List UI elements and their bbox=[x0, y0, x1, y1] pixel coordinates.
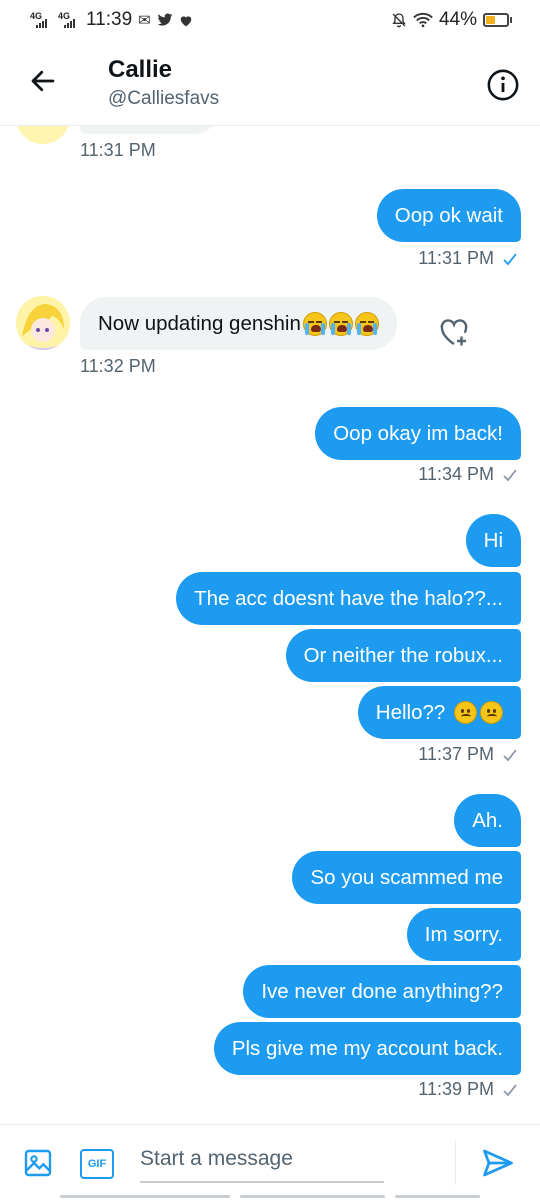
message-bubble-outgoing[interactable]: Pls give me my account back. bbox=[213, 1022, 521, 1075]
crying-emoji-icon bbox=[302, 311, 327, 336]
message-timestamp: 11:37 PM bbox=[418, 744, 518, 765]
message-timestamp: 11:31 PM bbox=[418, 248, 518, 269]
scroll-indicator bbox=[395, 1195, 480, 1198]
message-bubble-outgoing[interactable]: Im sorry. bbox=[406, 908, 521, 961]
crying-emoji-icon bbox=[354, 311, 379, 336]
message-bubble-outgoing[interactable]: Oop okay im back! bbox=[315, 407, 521, 460]
twitter-icon bbox=[157, 13, 173, 26]
read-checkmark-icon bbox=[503, 252, 517, 265]
message-bubble-incoming[interactable]: Now updating genshin bbox=[80, 297, 397, 350]
sad-face-emoji-icon bbox=[454, 701, 477, 724]
message-bubble-outgoing[interactable]: Oop ok wait bbox=[376, 189, 521, 242]
clock: 11:39 bbox=[86, 9, 133, 30]
battery-percent: 44% bbox=[438, 9, 477, 30]
message-timestamp: 11:34 PM bbox=[418, 464, 518, 485]
message-bubble-outgoing[interactable]: So you scammed me bbox=[292, 851, 521, 904]
message-bubble-outgoing[interactable]: Ive never done anything?? bbox=[243, 965, 521, 1018]
message-bubble-outgoing[interactable]: Ah. bbox=[454, 794, 521, 847]
message-timestamp: 11:32 PM bbox=[80, 356, 156, 376]
mute-icon bbox=[392, 13, 406, 28]
message-timestamp: 11:39 PM bbox=[418, 1079, 518, 1100]
contact-name: Callie bbox=[108, 56, 173, 83]
conversation-header: Callie @Calliesfavs bbox=[0, 40, 540, 126]
image-icon[interactable] bbox=[22, 1147, 54, 1179]
input-underline bbox=[140, 1181, 384, 1183]
message-bubble-outgoing[interactable]: Or neither the robux... bbox=[285, 629, 521, 682]
crying-emoji-icon bbox=[328, 311, 353, 336]
sent-checkmark-icon bbox=[503, 468, 517, 481]
signal-icon: 4G bbox=[30, 11, 52, 29]
gif-icon[interactable]: GIF bbox=[80, 1149, 114, 1179]
avatar[interactable] bbox=[16, 296, 70, 350]
scroll-indicator bbox=[60, 1195, 230, 1198]
wifi-icon bbox=[413, 13, 433, 28]
message-composer: GIF bbox=[0, 1124, 540, 1200]
contact-info[interactable]: Callie @Calliesfavs bbox=[108, 56, 219, 110]
sent-checkmark-icon bbox=[503, 1083, 517, 1096]
mail-icon: ✉ bbox=[138, 12, 151, 29]
signal-icon-2: 4G bbox=[58, 11, 80, 29]
sad-face-emoji-icon bbox=[480, 701, 503, 724]
avatar[interactable] bbox=[16, 126, 70, 144]
contact-handle: @Calliesfavs bbox=[108, 88, 220, 109]
message-bubble-outgoing[interactable]: The acc doesnt have the halo??... bbox=[176, 572, 521, 625]
message-bubble-incoming[interactable] bbox=[80, 126, 220, 134]
message-input[interactable] bbox=[140, 1139, 380, 1179]
battery-icon bbox=[483, 13, 512, 27]
heart-status-icon bbox=[180, 15, 191, 26]
message-bubble-outgoing[interactable]: Hi bbox=[465, 514, 521, 567]
send-icon[interactable] bbox=[480, 1145, 516, 1181]
status-bar: 4G 4G 11:39 ✉ 44% bbox=[0, 0, 540, 40]
sent-checkmark-icon bbox=[503, 748, 517, 761]
message-bubble-outgoing[interactable]: Hello?? bbox=[357, 686, 521, 739]
message-list[interactable]: 11:31 PM Oop ok wait 11:31 PM Now updati… bbox=[0, 126, 540, 1124]
info-icon[interactable] bbox=[486, 68, 520, 102]
message-timestamp: 11:31 PM bbox=[80, 140, 156, 160]
heart-plus-icon[interactable] bbox=[436, 314, 472, 350]
back-arrow-icon[interactable] bbox=[28, 66, 58, 96]
divider bbox=[455, 1141, 456, 1185]
scroll-indicator bbox=[240, 1195, 385, 1198]
